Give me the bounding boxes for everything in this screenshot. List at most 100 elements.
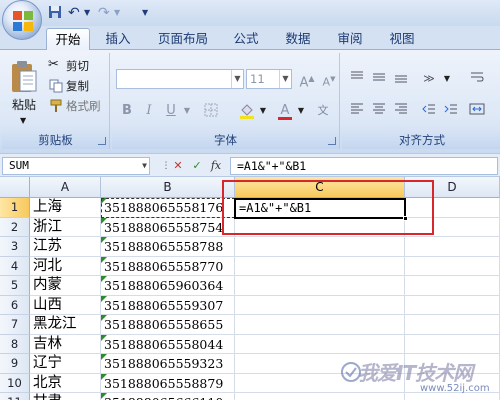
tab-review[interactable]: 审阅: [330, 28, 370, 50]
cell-d[interactable]: [405, 256, 500, 276]
wrap-text-button[interactable]: [466, 69, 488, 89]
cell-a[interactable]: 北京: [30, 373, 101, 393]
cell-b[interactable]: 351888065559307: [101, 295, 235, 315]
tab-formulas[interactable]: 公式: [226, 28, 266, 50]
undo-dropdown-icon[interactable]: ▼: [84, 5, 90, 21]
column-header-b[interactable]: B: [101, 177, 235, 198]
cell-a[interactable]: 浙江: [30, 217, 101, 237]
cell-b[interactable]: 351888065558879: [101, 373, 235, 393]
font-color-dropdown-icon[interactable]: ▼: [296, 101, 306, 121]
cell-a[interactable]: 内蒙: [30, 276, 101, 296]
cell-d[interactable]: [405, 315, 500, 335]
format-painter-button[interactable]: 格式刷: [48, 97, 110, 115]
increase-indent-button[interactable]: [440, 101, 462, 121]
font-size-select[interactable]: 11 ▼: [246, 69, 292, 89]
cell-b[interactable]: 351888065558754: [101, 217, 235, 237]
fill-color-button[interactable]: [236, 101, 258, 121]
select-all-button[interactable]: [0, 177, 30, 198]
row-header[interactable]: 4: [0, 256, 30, 276]
align-right-button[interactable]: [390, 101, 412, 121]
borders-button[interactable]: [200, 101, 222, 121]
fill-color-dropdown-icon[interactable]: ▼: [258, 101, 268, 121]
cell-b[interactable]: 351888065960364: [101, 276, 235, 296]
cell-b[interactable]: 351888065558655: [101, 315, 235, 335]
cell-d[interactable]: [405, 237, 500, 257]
cell-c[interactable]: [235, 334, 405, 354]
cell-a[interactable]: 黑龙江: [30, 315, 101, 335]
name-box[interactable]: SUM ▼: [2, 157, 150, 175]
align-bottom-button[interactable]: [390, 69, 412, 89]
cell-b[interactable]: 351888065558044: [101, 334, 235, 354]
row-header[interactable]: 7: [0, 315, 30, 335]
cell-d[interactable]: [405, 295, 500, 315]
align-middle-button[interactable]: [368, 69, 390, 89]
enter-formula-button[interactable]: ✓: [189, 158, 205, 174]
cut-button[interactable]: ✂ 剪切: [48, 57, 108, 75]
underline-button[interactable]: U: [160, 101, 182, 121]
cancel-formula-button[interactable]: ✕: [170, 158, 186, 174]
row-header[interactable]: 6: [0, 295, 30, 315]
cell-b[interactable]: 351888065558770: [101, 256, 235, 276]
cell-a[interactable]: 江苏: [30, 237, 101, 257]
cell-d[interactable]: [405, 334, 500, 354]
cell-c[interactable]: [235, 315, 405, 335]
cell-c[interactable]: [235, 237, 405, 257]
paste-button[interactable]: 粘贴 ▼: [6, 57, 42, 129]
row-header[interactable]: 2: [0, 217, 30, 237]
copy-button[interactable]: 复制: [48, 77, 108, 95]
font-name-select[interactable]: ▼: [116, 69, 244, 89]
bold-button[interactable]: B: [116, 101, 138, 121]
customize-quick-access-icon[interactable]: ▼: [142, 5, 148, 21]
tab-home[interactable]: 开始: [46, 28, 90, 50]
save-icon[interactable]: [48, 5, 62, 21]
cell-a[interactable]: 吉林: [30, 334, 101, 354]
tab-view[interactable]: 视图: [382, 28, 422, 50]
clipboard-dialog-launcher-icon[interactable]: [98, 137, 106, 145]
paste-dropdown-icon[interactable]: ▼: [20, 113, 26, 129]
row-header[interactable]: 3: [0, 237, 30, 257]
undo-icon[interactable]: ↶: [68, 5, 80, 21]
align-center-button[interactable]: [368, 101, 390, 121]
cell-a[interactable]: 河北: [30, 256, 101, 276]
insert-function-button[interactable]: fx: [208, 158, 224, 174]
merge-center-button[interactable]: [466, 101, 488, 121]
redo-icon[interactable]: ↷: [98, 5, 110, 21]
tab-data[interactable]: 数据: [278, 28, 318, 50]
underline-dropdown-icon[interactable]: ▼: [182, 101, 192, 121]
phonetic-button[interactable]: 文: [312, 101, 334, 121]
cell-b[interactable]: 351888065666110: [101, 393, 235, 400]
font-color-button[interactable]: A: [274, 101, 296, 121]
row-header[interactable]: 8: [0, 334, 30, 354]
redo-dropdown-icon[interactable]: ▼: [114, 5, 120, 21]
office-button[interactable]: [2, 0, 42, 40]
grow-font-button[interactable]: A▲: [296, 69, 318, 90]
column-header-a[interactable]: A: [30, 177, 101, 198]
cell-b[interactable]: 351888065558788: [101, 237, 235, 257]
orientation-dropdown-icon[interactable]: ▼: [442, 69, 452, 89]
font-name-dropdown-icon[interactable]: ▼: [231, 70, 243, 88]
cell-d[interactable]: [405, 276, 500, 296]
formula-input[interactable]: =A1&"+"&B1: [230, 157, 498, 175]
align-left-button[interactable]: [346, 101, 368, 121]
shrink-font-button[interactable]: A▼: [318, 69, 340, 89]
row-header[interactable]: 9: [0, 354, 30, 374]
row-header[interactable]: 11: [0, 393, 30, 400]
row-header[interactable]: 10: [0, 373, 30, 393]
italic-button[interactable]: I: [138, 101, 160, 121]
orientation-button[interactable]: ≫: [418, 69, 440, 89]
decrease-indent-button[interactable]: [418, 101, 440, 121]
row-header[interactable]: 5: [0, 276, 30, 296]
row-header[interactable]: 1: [0, 198, 30, 218]
font-size-dropdown-icon[interactable]: ▼: [279, 70, 291, 88]
cell-a[interactable]: 甘肃: [30, 393, 101, 400]
cell-a[interactable]: 辽宁: [30, 354, 101, 374]
cell-a[interactable]: 上海: [30, 198, 101, 218]
cell-b[interactable]: 351888065559323: [101, 354, 235, 374]
cell-c[interactable]: [235, 256, 405, 276]
font-dialog-launcher-icon[interactable]: [328, 137, 336, 145]
tab-page-layout[interactable]: 页面布局: [150, 28, 216, 50]
cell-a[interactable]: 山西: [30, 295, 101, 315]
cell-c[interactable]: [235, 276, 405, 296]
tab-insert[interactable]: 插入: [98, 28, 138, 50]
name-box-dropdown-icon[interactable]: ▼: [142, 158, 147, 174]
